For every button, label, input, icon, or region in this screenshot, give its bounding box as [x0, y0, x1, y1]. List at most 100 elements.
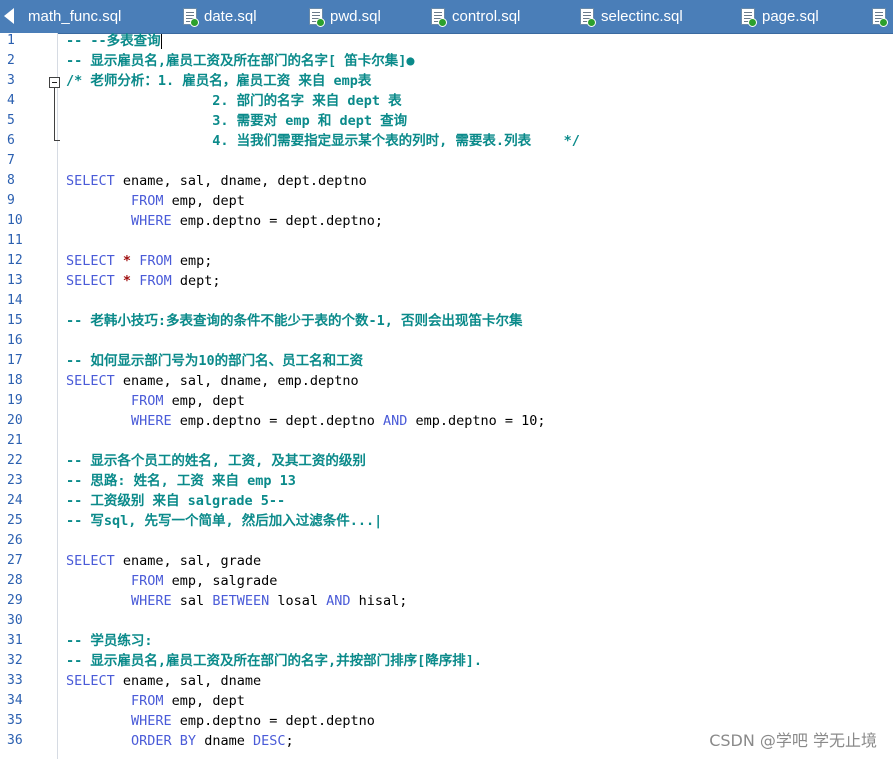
code-text: emp, dept: [163, 193, 245, 209]
sql-file-icon: [741, 8, 757, 27]
tab-selectinc[interactable]: selectinc.sql: [580, 0, 683, 33]
code-line[interactable]: 5 3. 需要对 emp 和 dept 查询: [0, 111, 893, 131]
comment-text: /* 老师分析：1. 雇员名，雇员工资 来自 emp表: [66, 73, 372, 89]
sql-keyword: WHERE: [131, 213, 172, 229]
code-text: sal: [171, 593, 213, 609]
line-number: 7: [7, 153, 15, 168]
sql-keyword: FROM: [131, 193, 164, 209]
code-line[interactable]: 32 -- 显示雇员名,雇员工资及所在部门的名字,并按部门排序[降序排].: [0, 651, 893, 671]
line-number: 16: [7, 333, 23, 348]
line-number: 31: [7, 633, 23, 648]
code-content: 4. 当我们需要指定显示某个表的列时, 需要表.列表 */: [66, 131, 580, 151]
code-line[interactable]: 18 SELECT ename, sal, dname, emp.deptno: [0, 371, 893, 391]
code-line[interactable]: 28 FROM emp, salgrade: [0, 571, 893, 591]
code-line[interactable]: 29 WHERE sal BETWEEN losal AND hisal;: [0, 591, 893, 611]
code-line[interactable]: 26: [0, 531, 893, 551]
sql-keyword: DESC: [252, 733, 286, 749]
tab-scroll-left-icon[interactable]: [4, 8, 14, 24]
code-line[interactable]: 1 -- --多表查询: [0, 31, 893, 51]
code-line[interactable]: 16: [0, 331, 893, 351]
sql-keyword: SELECT: [66, 553, 115, 569]
line-number: 32: [7, 653, 23, 668]
code-content: -- 学员练习:: [66, 631, 153, 651]
line-number: 29: [7, 593, 23, 608]
code-line[interactable]: 9 FROM emp, dept: [0, 191, 893, 211]
code-text: emp.deptno = dept.deptno: [171, 713, 375, 729]
code-content: -- 老韩小技巧:多表查询的条件不能少于表的个数-1, 否则会出现笛卡尔集: [66, 311, 523, 331]
sql-keyword: FROM: [131, 573, 164, 589]
code-text: losal: [269, 593, 327, 609]
code-content: FROM emp, dept: [66, 691, 245, 711]
tab-page[interactable]: page.sql: [741, 0, 819, 33]
sql-keyword: FROM: [131, 393, 164, 409]
code-line[interactable]: 34 FROM emp, dept: [0, 691, 893, 711]
sql-keyword: BETWEEN: [212, 593, 270, 609]
editor-tab-bar: math_func.sql date.sql pwd.sql control.s…: [0, 0, 893, 34]
code-line[interactable]: 17 -- 如何显示部门号为10的部门名、员工名和工资: [0, 351, 893, 371]
code-line[interactable]: 24 -- 工资级别 来自 salgrade 5--: [0, 491, 893, 511]
code-content: ORDER BY dname DESC;: [66, 731, 294, 751]
sql-file-icon: [431, 8, 447, 27]
tab-date[interactable]: date.sql: [183, 0, 257, 33]
code-line[interactable]: 21: [0, 431, 893, 451]
code-line[interactable]: 6 4. 当我们需要指定显示某个表的列时, 需要表.列表 */: [0, 131, 893, 151]
tab-overflow[interactable]: [872, 0, 893, 33]
sql-keyword: SELECT: [66, 173, 115, 189]
comment-text: 3. 需要对 emp 和 dept 查询: [66, 113, 408, 129]
code-line[interactable]: 11: [0, 231, 893, 251]
sql-file-icon: [183, 8, 199, 27]
code-content: -- 思路: 姓名, 工资 来自 emp 13: [66, 471, 296, 491]
line-number: 24: [7, 493, 23, 508]
code-line[interactable]: 4 2. 部门的名字 来自 dept 表: [0, 91, 893, 111]
line-number: 1: [7, 33, 15, 48]
comment-text: -- 工资级别 来自 salgrade 5--: [66, 493, 286, 509]
code-line[interactable]: 14: [0, 291, 893, 311]
code-line[interactable]: 10 WHERE emp.deptno = dept.deptno;: [0, 211, 893, 231]
code-line[interactable]: 25 -- 写sql, 先写一个简单, 然后加入过滤条件...|: [0, 511, 893, 531]
line-number: 9: [7, 193, 15, 208]
code-line[interactable]: 3 /* 老师分析：1. 雇员名，雇员工资 来自 emp表: [0, 71, 893, 91]
code-text: emp, dept: [163, 693, 245, 709]
code-line[interactable]: 23 -- 思路: 姓名, 工资 来自 emp 13: [0, 471, 893, 491]
line-number: 18: [7, 373, 23, 388]
code-content: FROM emp, dept: [66, 191, 245, 211]
sql-keyword: AND: [383, 413, 408, 429]
tab-math-func[interactable]: math_func.sql: [28, 0, 121, 33]
tab-pwd[interactable]: pwd.sql: [309, 0, 381, 33]
sql-keyword: SELECT: [66, 373, 115, 389]
code-line[interactable]: 20 WHERE emp.deptno = dept.deptno AND em…: [0, 411, 893, 431]
code-text: emp.deptno = dept.deptno;: [171, 213, 383, 229]
code-line[interactable]: 8 SELECT ename, sal, dname, dept.deptno: [0, 171, 893, 191]
code-line[interactable]: 22 -- 显示各个员工的姓名, 工资, 及其工资的级别: [0, 451, 893, 471]
code-content: SELECT ename, sal, dname, dept.deptno: [66, 171, 367, 191]
code-text: ename, sal, grade: [114, 553, 262, 569]
operator: *: [122, 253, 132, 269]
sql-keyword: WHERE: [131, 713, 172, 729]
code-line[interactable]: 2 -- 显示雇员名,雇员工资及所在部门的名字[ 笛卡尔集]●: [0, 51, 893, 71]
fold-guide-line: [54, 88, 55, 140]
code-text: ename, sal, dname, dept.deptno: [114, 173, 367, 189]
code-line[interactable]: 19 FROM emp, dept: [0, 391, 893, 411]
code-line[interactable]: 15 -- 老韩小技巧:多表查询的条件不能少于表的个数-1, 否则会出现笛卡尔集: [0, 311, 893, 331]
line-number: 33: [7, 673, 23, 688]
code-content: WHERE emp.deptno = dept.deptno: [66, 711, 375, 731]
code-text: ename, sal, dname: [114, 673, 262, 689]
tab-control[interactable]: control.sql: [431, 0, 520, 33]
code-line[interactable]: 13 SELECT * FROM dept;: [0, 271, 893, 291]
line-number: 19: [7, 393, 23, 408]
code-line[interactable]: 12 SELECT * FROM emp;: [0, 251, 893, 271]
code-content: -- 显示各个员工的姓名, 工资, 及其工资的级别: [66, 451, 366, 471]
fold-guide-end: [54, 140, 60, 141]
sql-keyword: ORDER BY: [131, 733, 197, 749]
comment-text: -- 老韩小技巧:多表查询的条件不能少于表的个数-1, 否则会出现笛卡尔集: [66, 313, 523, 329]
fold-collapse-icon[interactable]: [49, 77, 60, 88]
sql-keyword: FROM: [131, 693, 164, 709]
code-line[interactable]: 33 SELECT ename, sal, dname: [0, 671, 893, 691]
code-line[interactable]: 7: [0, 151, 893, 171]
code-line[interactable]: 31 -- 学员练习:: [0, 631, 893, 651]
code-line[interactable]: 27 SELECT ename, sal, grade: [0, 551, 893, 571]
code-line[interactable]: 30: [0, 611, 893, 631]
code-text: dept;: [171, 273, 221, 289]
